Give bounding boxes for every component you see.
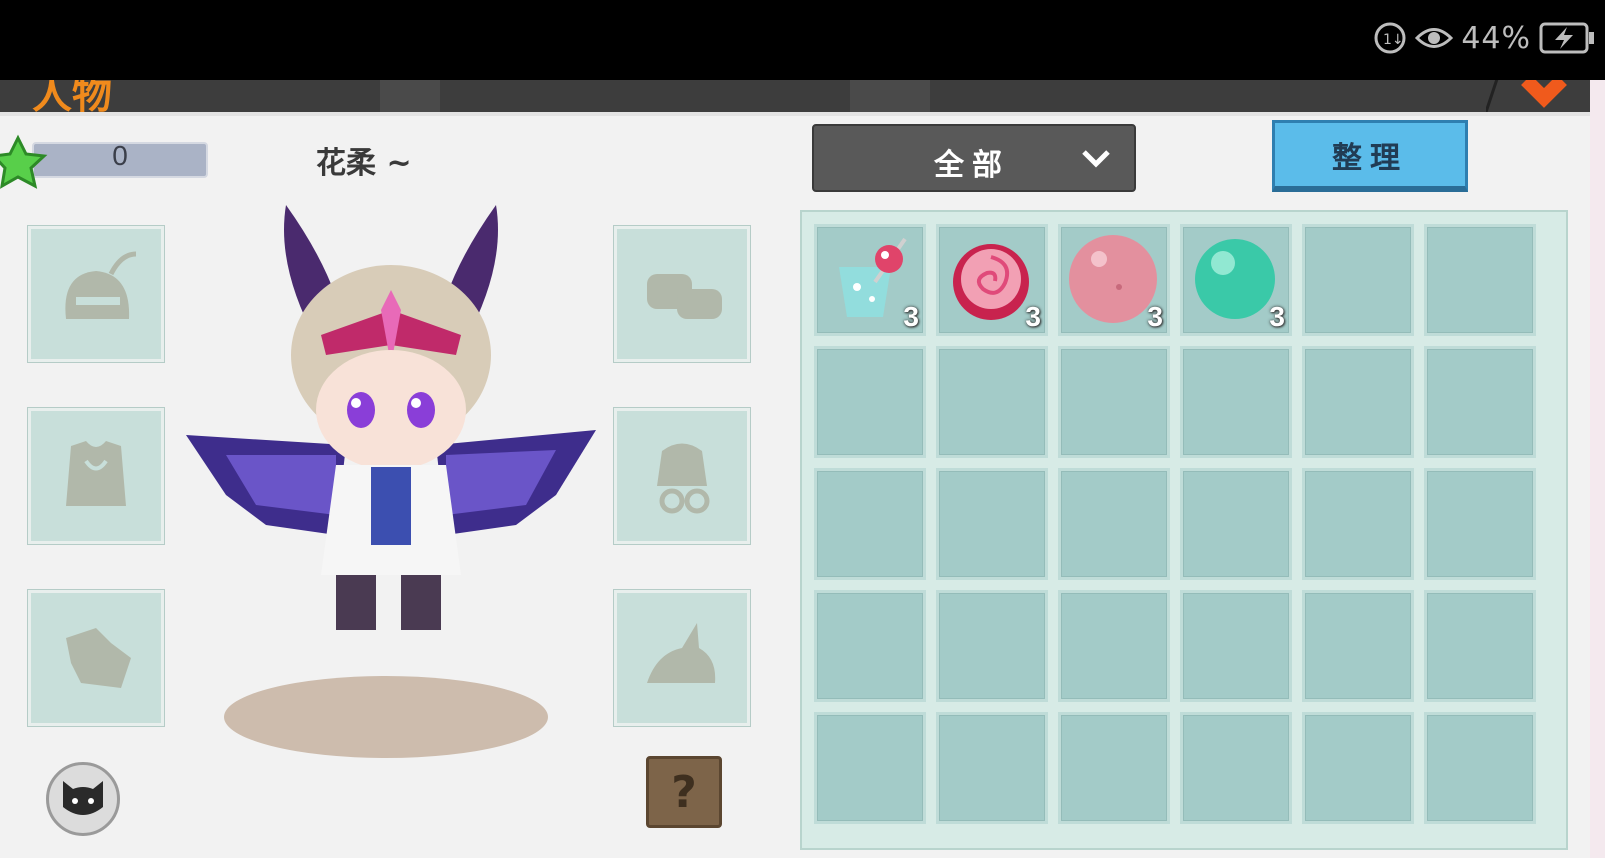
inventory-slot[interactable] bbox=[1180, 468, 1292, 580]
gloves-slot[interactable] bbox=[614, 226, 750, 362]
inventory-slot[interactable] bbox=[1302, 224, 1414, 336]
inventory-slot[interactable] bbox=[1058, 712, 1170, 824]
data-saver-icon: 1↓ bbox=[1373, 21, 1407, 55]
inventory-slot[interactable] bbox=[1424, 468, 1536, 580]
armor-icon bbox=[66, 441, 126, 506]
inventory-slot[interactable] bbox=[814, 468, 926, 580]
helmet-slot[interactable] bbox=[28, 226, 164, 362]
inventory-slot[interactable] bbox=[936, 468, 1048, 580]
battery-percent: 44% bbox=[1461, 20, 1531, 56]
question-mark-icon: ? bbox=[671, 766, 697, 818]
inventory-slot[interactable] bbox=[1302, 346, 1414, 458]
face-accessory-slot[interactable] bbox=[614, 408, 750, 544]
item-count: 3 bbox=[903, 301, 919, 332]
inventory-slot[interactable]: 3 bbox=[814, 224, 926, 336]
chevron-down-icon bbox=[1080, 144, 1112, 176]
player-name: 花柔 ~ bbox=[316, 146, 412, 181]
inventory-slot[interactable]: 3 bbox=[936, 224, 1048, 336]
pet-mount-slot[interactable] bbox=[614, 590, 750, 726]
status-bar: 1↓ 44% bbox=[0, 0, 1605, 80]
gloves-icon bbox=[647, 274, 722, 319]
inventory-grid: 3 3 3 3 bbox=[800, 210, 1568, 850]
inventory-slot[interactable] bbox=[1180, 346, 1292, 458]
page-title: 人物 bbox=[32, 80, 112, 112]
level-value: 0 bbox=[112, 140, 128, 171]
pet-mount-icon bbox=[647, 623, 716, 683]
inventory-slot[interactable] bbox=[1424, 224, 1536, 336]
inventory-slot[interactable] bbox=[1302, 712, 1414, 824]
inventory-slot[interactable] bbox=[1058, 468, 1170, 580]
inventory-slot[interactable] bbox=[814, 346, 926, 458]
inventory-slot[interactable] bbox=[1424, 712, 1536, 824]
inventory-slot[interactable] bbox=[814, 712, 926, 824]
header-decoration bbox=[380, 80, 440, 112]
inventory-slot[interactable] bbox=[1302, 590, 1414, 702]
inventory-slot[interactable] bbox=[1180, 590, 1292, 702]
header-bar: 人物 bbox=[0, 80, 1590, 112]
shoes-slot[interactable] bbox=[28, 590, 164, 726]
filter-dropdown[interactable]: 全部 bbox=[812, 124, 1136, 192]
inventory-slot[interactable] bbox=[936, 346, 1048, 458]
inventory-slot[interactable] bbox=[1058, 590, 1170, 702]
background-edge bbox=[1590, 80, 1605, 858]
close-icon[interactable] bbox=[1484, 80, 1576, 112]
star-icon bbox=[0, 134, 48, 194]
inventory-slot[interactable] bbox=[936, 712, 1048, 824]
shoes-icon bbox=[66, 628, 131, 688]
inventory-slot[interactable] bbox=[1058, 346, 1170, 458]
inventory-slot[interactable] bbox=[1302, 468, 1414, 580]
emote-button[interactable] bbox=[46, 762, 120, 836]
face-accessory-icon bbox=[657, 443, 710, 514]
inventory-slot[interactable] bbox=[1424, 590, 1536, 702]
armor-slot[interactable] bbox=[28, 408, 164, 544]
svg-text:1↓: 1↓ bbox=[1383, 32, 1404, 48]
battery-charging-icon bbox=[1539, 21, 1597, 55]
header-decoration bbox=[850, 80, 930, 112]
item-count: 3 bbox=[1269, 301, 1285, 332]
filter-label: 全部 bbox=[934, 148, 1010, 183]
item-count: 3 bbox=[1025, 301, 1041, 332]
helmet-icon bbox=[65, 251, 137, 319]
help-button[interactable]: ? bbox=[646, 756, 722, 828]
eye-comfort-icon bbox=[1415, 23, 1454, 53]
inventory-slot[interactable] bbox=[814, 590, 926, 702]
inventory-slot[interactable]: 3 bbox=[1058, 224, 1170, 336]
sort-button[interactable]: 整理 bbox=[1272, 120, 1468, 192]
item-count: 3 bbox=[1147, 301, 1163, 332]
inventory-slot[interactable] bbox=[936, 590, 1048, 702]
inventory-slot[interactable]: 3 bbox=[1180, 224, 1292, 336]
status-icons: 1↓ 44% bbox=[1373, 18, 1597, 58]
cat-face-icon bbox=[63, 781, 103, 815]
inventory-slot[interactable] bbox=[1180, 712, 1292, 824]
inventory-slot[interactable] bbox=[1424, 346, 1536, 458]
character-avatar[interactable] bbox=[186, 205, 596, 699]
